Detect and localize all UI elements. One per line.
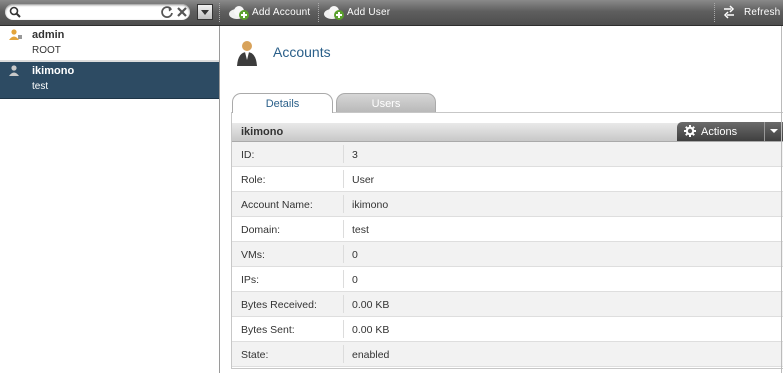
user-icon: [9, 65, 19, 76]
row-label: State:: [241, 349, 269, 361]
account-name: admin: [32, 29, 65, 41]
row-label: Bytes Received:: [241, 299, 317, 311]
table-row: Role: User: [232, 167, 783, 192]
refresh-label: Refresh: [744, 7, 781, 18]
row-label: ID:: [241, 149, 255, 161]
details-table: ikimono Actions ID: 3 Role: User Account…: [231, 112, 783, 369]
search-icon: [9, 6, 21, 18]
row-label: Role:: [241, 174, 266, 186]
row-divider: [343, 195, 344, 213]
chevron-down-icon[interactable]: [770, 129, 778, 133]
row-divider: [343, 320, 344, 338]
gear-icon: [684, 125, 696, 137]
toolbar-separator: [219, 3, 220, 22]
row-label: Domain:: [241, 224, 281, 236]
table-row: Domain: test: [232, 217, 783, 242]
accounts-icon: [237, 41, 257, 66]
row-divider: [343, 345, 344, 363]
search-refresh-icon[interactable]: [160, 5, 174, 19]
row-divider: [343, 145, 344, 163]
row-value: 0.00 KB: [352, 299, 390, 311]
filter-dropdown-button[interactable]: [197, 4, 213, 20]
table-row: VMs: 0: [232, 242, 783, 267]
refresh-button[interactable]: Refresh: [722, 0, 782, 25]
account-list: admin ROOT ikimono test: [0, 26, 220, 373]
tab-users[interactable]: Users: [336, 93, 436, 112]
account-domain: test: [32, 81, 49, 92]
add-user-label: Add User: [347, 7, 391, 18]
top-toolbar: Add Account Add User Refresh: [0, 0, 783, 26]
row-value: test: [352, 224, 369, 236]
add-user-button[interactable]: Add User: [323, 0, 395, 25]
page-title: Accounts: [273, 44, 331, 60]
table-row: Account Name: ikimono: [232, 192, 783, 217]
detail-header-title: ikimono: [241, 126, 284, 138]
row-divider: [343, 270, 344, 288]
table-row: Bytes Received: 0.00 KB: [232, 292, 783, 317]
actions-label: Actions: [701, 126, 738, 138]
add-account-label: Add Account: [252, 7, 311, 18]
row-value: 0.00 KB: [352, 324, 390, 336]
window-edge: [781, 26, 782, 373]
account-name: ikimono: [32, 65, 75, 77]
row-label: IPs:: [241, 274, 260, 286]
actions-split-divider: [764, 122, 765, 141]
row-divider: [343, 220, 344, 238]
row-label: Bytes Sent:: [241, 324, 295, 336]
row-divider: [343, 170, 344, 188]
add-cloud-icon: [324, 6, 344, 20]
tab-details[interactable]: Details: [232, 93, 333, 113]
toolbar-separator: [318, 3, 319, 22]
row-value: 3: [352, 149, 358, 161]
add-cloud-icon: [229, 6, 249, 20]
row-value: enabled: [352, 349, 390, 361]
list-item[interactable]: ikimono test: [0, 62, 219, 99]
table-row: Bytes Sent: 0.00 KB: [232, 317, 783, 342]
table-row: IPs: 0: [232, 267, 783, 292]
refresh-icon: [723, 5, 735, 19]
row-value: 0: [352, 274, 358, 286]
add-account-button[interactable]: Add Account: [228, 0, 316, 25]
row-value: ikimono: [352, 199, 389, 211]
account-domain: ROOT: [32, 45, 61, 56]
row-value: 0: [352, 249, 358, 261]
row-divider: [343, 245, 344, 263]
detail-panel: Accounts Details Users ikimono Actions I…: [220, 26, 783, 373]
actions-button[interactable]: Actions: [677, 122, 783, 141]
admin-user-icon: [9, 29, 22, 40]
row-label: VMs:: [241, 249, 265, 261]
search-input[interactable]: [25, 5, 157, 18]
row-value: User: [352, 174, 375, 186]
toolbar-separator: [714, 3, 715, 22]
row-label: Account Name:: [241, 199, 313, 211]
row-divider: [343, 295, 344, 313]
table-row: ID: 3: [232, 142, 783, 167]
search-box[interactable]: [5, 4, 190, 20]
table-row: State: enabled: [232, 342, 783, 367]
list-item[interactable]: admin ROOT: [0, 26, 219, 62]
search-clear-icon[interactable]: [175, 5, 189, 19]
